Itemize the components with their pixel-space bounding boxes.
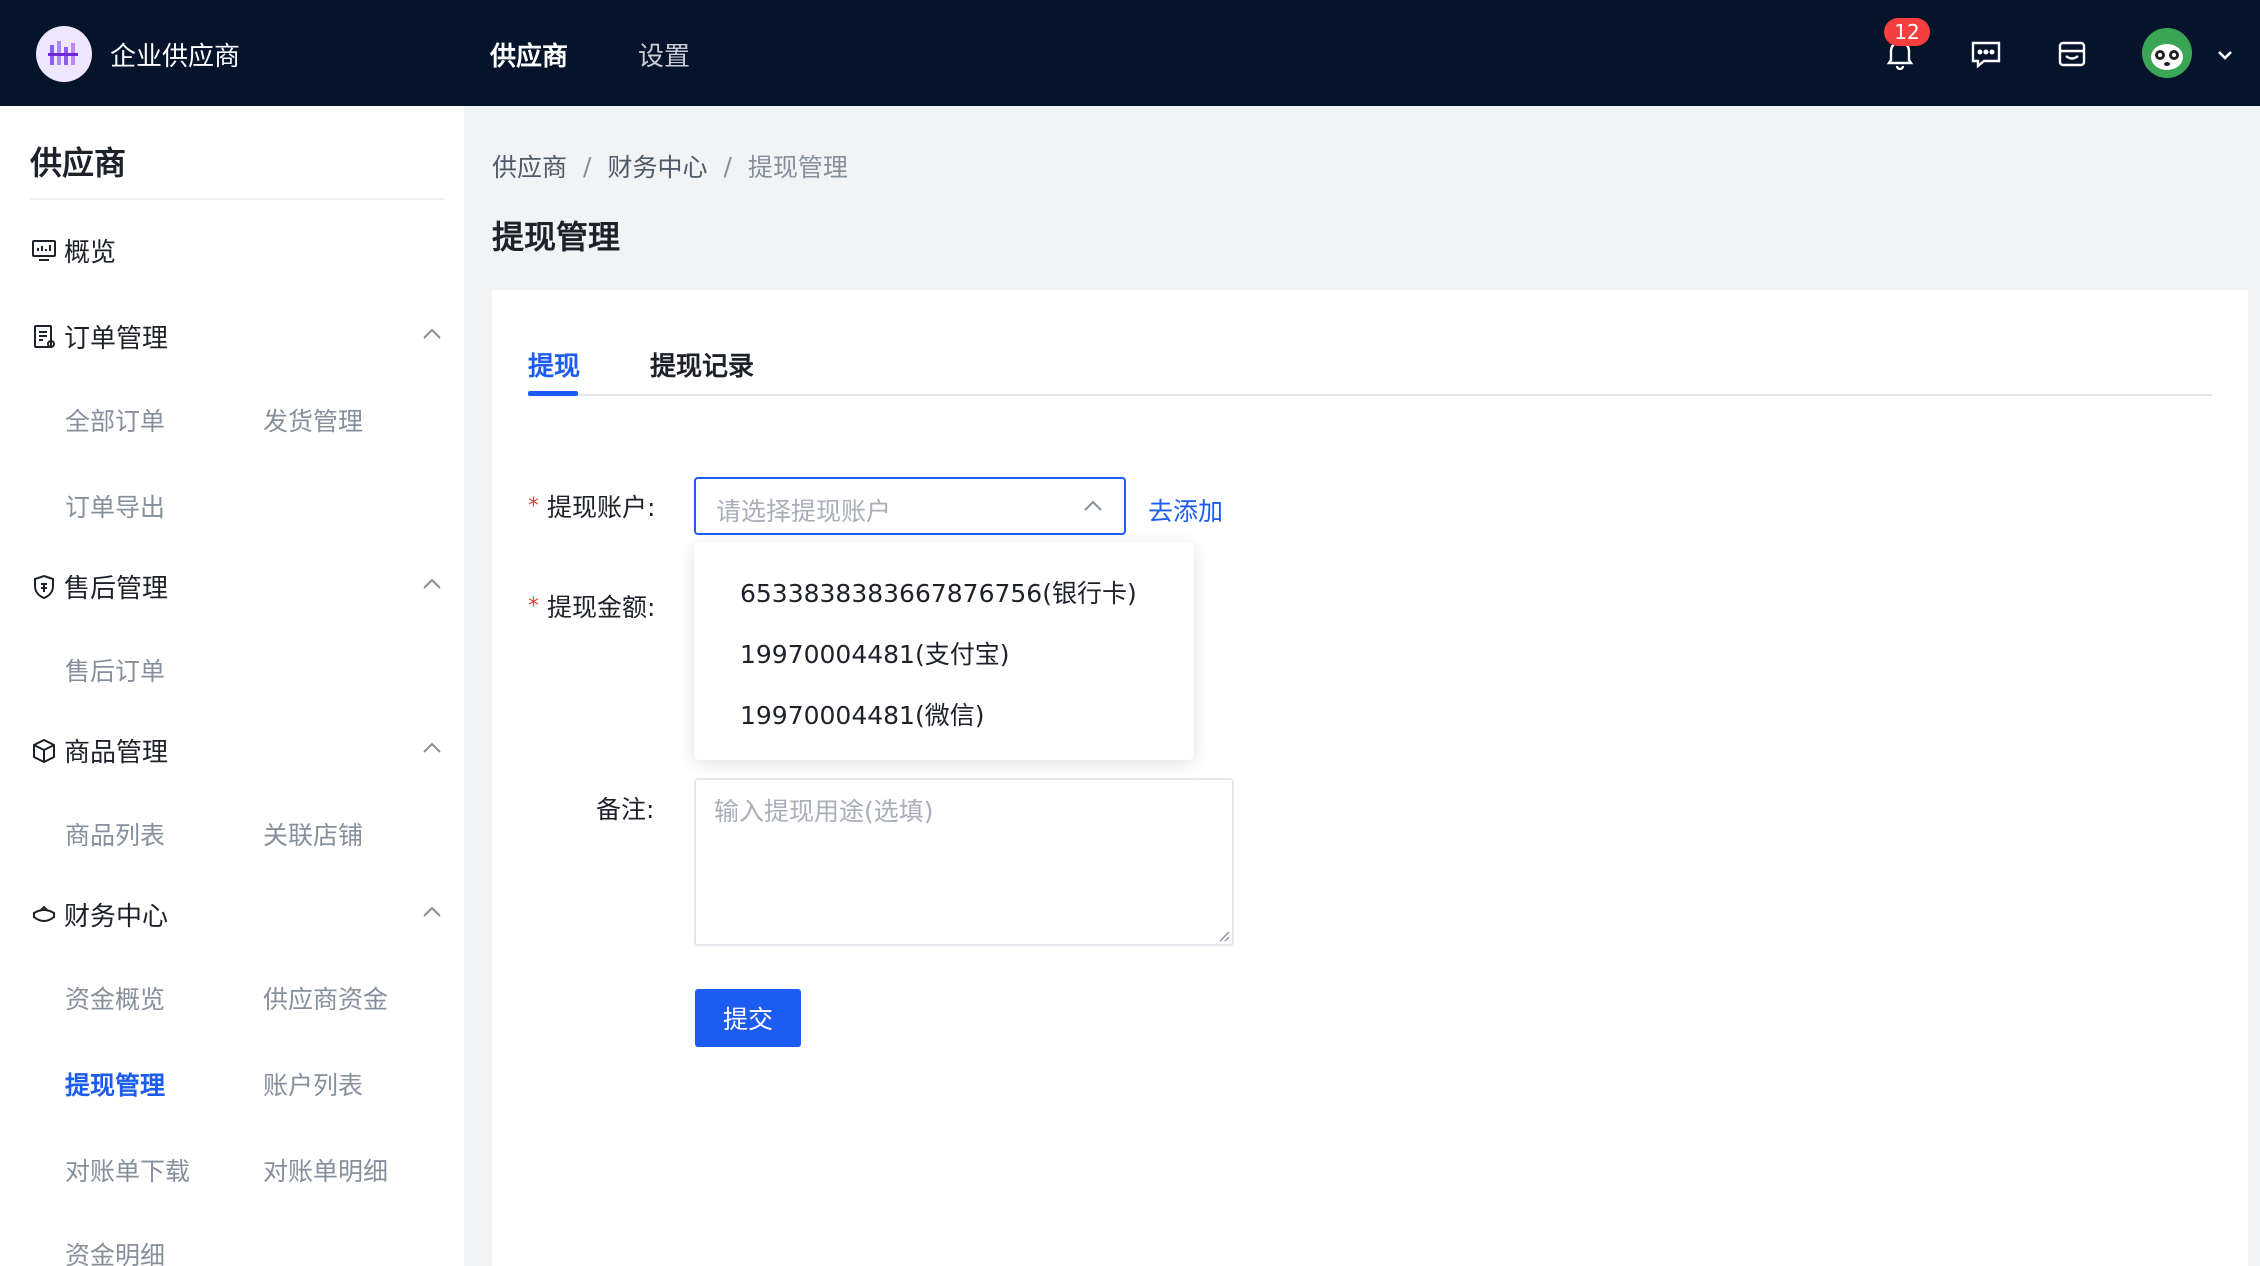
sidebar-item-order-export[interactable]: 订单导出 (65, 488, 165, 524)
store-icon[interactable] (2052, 34, 2092, 74)
sidebar-item-funds-details[interactable]: 资金明细 (65, 1236, 165, 1266)
sidebar-group-after-sales[interactable]: 售后管理 (30, 568, 168, 605)
amount-label: * 提现金额: (528, 588, 655, 624)
sidebar-divider (30, 198, 444, 200)
account-option[interactable]: 19970004481(微信) (740, 696, 984, 732)
page-title: 提现管理 (492, 218, 621, 256)
sidebar-group-products[interactable]: 商品管理 (30, 732, 168, 769)
add-account-link[interactable]: 去添加 (1148, 492, 1223, 528)
nav-supplier[interactable]: 供应商 (490, 36, 568, 73)
breadcrumb-current: 提现管理 (747, 153, 848, 182)
tab-withdraw[interactable]: 提现 (528, 346, 580, 383)
brand-logo-icon[interactable] (36, 26, 92, 82)
sidebar-item-after-sales-orders[interactable]: 售后订单 (65, 652, 165, 688)
tab-withdraw-records[interactable]: 提现记录 (650, 346, 754, 383)
account-label-text: 提现账户: (547, 493, 656, 522)
sidebar-group-label: 订单管理 (64, 324, 169, 354)
sidebar-group-label: 商品管理 (64, 738, 169, 768)
tabs-divider (528, 394, 2212, 396)
breadcrumb-item[interactable]: 财务中心 (607, 148, 707, 184)
top-navbar: 企业供应商 供应商 设置 12 (0, 0, 2260, 106)
breadcrumb-separator: / (583, 151, 592, 181)
sidebar-group-label: 售后管理 (64, 574, 169, 604)
dashboard-icon (30, 237, 58, 265)
account-label: * 提现账户: (528, 488, 655, 524)
finance-icon (30, 901, 58, 929)
account-select-placeholder: 请选择提现账户 (716, 497, 892, 526)
chevron-up-icon[interactable] (418, 320, 446, 348)
remark-label: 备注: (596, 795, 655, 824)
sidebar-item-linked-stores[interactable]: 关联店铺 (263, 816, 363, 852)
sidebar-item-statement-download[interactable]: 对账单下载 (65, 1152, 190, 1188)
breadcrumb-item[interactable]: 供应商 (492, 148, 567, 184)
after-sales-icon (30, 573, 58, 601)
tab-active-indicator (528, 391, 578, 396)
nav-settings[interactable]: 设置 (638, 36, 690, 73)
sidebar-group-label: 财务中心 (64, 902, 169, 932)
required-mark: * (528, 493, 539, 519)
sidebar-item-account-list[interactable]: 账户列表 (263, 1066, 363, 1102)
sidebar-item-label: 概览 (64, 238, 117, 268)
sidebar-title: 供应商 (30, 144, 127, 182)
account-option[interactable]: 19970004481(支付宝) (740, 635, 1009, 671)
sidebar-group-orders[interactable]: 订单管理 (30, 318, 168, 355)
sidebar-item-supplier-funds[interactable]: 供应商资金 (263, 980, 388, 1016)
sidebar-item-overview[interactable]: 概览 (30, 232, 116, 269)
chevron-up-icon (1080, 493, 1106, 519)
remark-textarea[interactable]: 输入提现用途(选填) (694, 778, 1234, 946)
message-icon[interactable] (1966, 34, 2006, 74)
notification-badge: 12 (1884, 18, 1930, 46)
chevron-up-icon[interactable] (418, 898, 446, 926)
breadcrumb: 供应商 / 财务中心 / 提现管理 (492, 148, 848, 184)
submit-button[interactable]: 提交 (695, 989, 801, 1047)
resize-grip-icon[interactable] (1216, 928, 1230, 942)
sidebar: 供应商 概览 订单管理 全部订单 发货管理 订单导出 售后管理 售后订单 商品管… (0, 106, 464, 1266)
order-icon (30, 323, 58, 351)
sidebar-item-funds-overview[interactable]: 资金概览 (65, 980, 165, 1016)
chevron-up-icon[interactable] (418, 570, 446, 598)
sidebar-item-all-orders[interactable]: 全部订单 (65, 402, 165, 438)
account-dropdown: 6533838383667876756(银行卡) 19970004481(支付宝… (694, 542, 1194, 760)
account-select[interactable]: 请选择提现账户 (694, 477, 1126, 535)
product-box-icon (30, 737, 58, 765)
user-avatar[interactable] (2142, 28, 2192, 78)
amount-label-text: 提现金额: (547, 593, 656, 622)
sidebar-item-statement-details[interactable]: 对账单明细 (263, 1152, 388, 1188)
brand-name: 企业供应商 (110, 42, 241, 72)
sidebar-item-product-list[interactable]: 商品列表 (65, 816, 165, 852)
content-card: 提现 提现记录 * 提现账户: 请选择提现账户 去添加 * 提现金额: 备注: … (492, 290, 2248, 1266)
chevron-up-icon[interactable] (418, 734, 446, 762)
sidebar-group-finance[interactable]: 财务中心 (30, 896, 168, 933)
chevron-down-icon[interactable] (2210, 40, 2240, 70)
account-option[interactable]: 6533838383667876756(银行卡) (740, 574, 1137, 610)
sidebar-item-withdraw-management[interactable]: 提现管理 (65, 1066, 165, 1102)
sidebar-item-shipping[interactable]: 发货管理 (263, 402, 363, 438)
required-mark: * (528, 593, 539, 619)
remark-placeholder: 输入提现用途(选填) (714, 797, 934, 826)
breadcrumb-separator: / (723, 151, 732, 181)
